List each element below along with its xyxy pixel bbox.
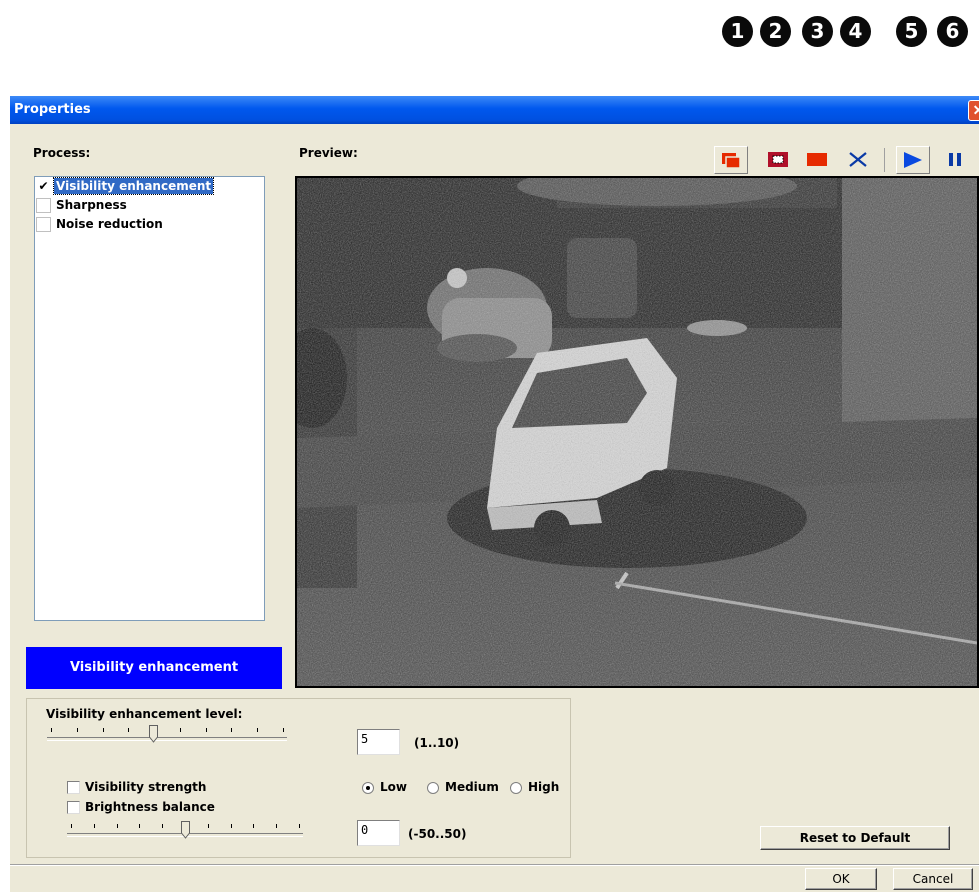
properties-dialog: Properties ✕ Process: ✔ Visibility enhan… (10, 96, 979, 892)
list-item-noise-reduction[interactable]: Noise reduction (35, 216, 264, 234)
slider-thumb[interactable] (149, 725, 158, 743)
strength-medium-label: Medium (445, 780, 499, 794)
slider-tick (51, 728, 52, 732)
slider-tick (299, 824, 300, 828)
slider-tick (162, 824, 163, 828)
checkbox-sharpness[interactable] (36, 198, 51, 213)
slider-tick (128, 728, 129, 732)
slider-tick (208, 824, 209, 828)
reset-to-default-button[interactable]: Reset to Default (760, 826, 950, 850)
brightness-range: (-50..50) (408, 827, 467, 841)
slider-tick (71, 824, 72, 828)
close-icon: ✕ (972, 102, 979, 118)
ok-button[interactable]: OK (805, 868, 877, 890)
split-view-button[interactable] (714, 146, 748, 174)
slider-thumb[interactable] (181, 821, 190, 839)
close-view-icon (849, 152, 867, 167)
pause-button[interactable] (939, 146, 973, 174)
preview-image (295, 176, 979, 688)
process-list[interactable]: ✔ Visibility enhancement Sharpness Noise… (34, 176, 265, 621)
brightness-balance-checkbox[interactable] (67, 801, 80, 814)
strength-medium-radio[interactable] (427, 782, 439, 794)
footer-separator (10, 864, 979, 866)
slider-tick (283, 728, 284, 732)
dialog-title: Properties (14, 102, 91, 117)
process-label: Process: (33, 146, 91, 160)
checkbox-visibility-enhancement[interactable]: ✔ (36, 179, 51, 194)
visibility-strength-label: Visibility strength (85, 780, 207, 794)
slider-tick (257, 728, 258, 732)
split-view-icon (722, 153, 741, 169)
slider-tick (253, 824, 254, 828)
slider-tick (231, 728, 232, 732)
selected-process-title: Visibility enhancement (26, 647, 282, 689)
close-view-button[interactable] (842, 146, 876, 174)
level-value-input[interactable]: 5 (357, 729, 400, 755)
brightness-slider[interactable] (67, 819, 303, 843)
callout-5: 5 (896, 16, 927, 47)
slider-tick (94, 824, 95, 828)
slider-tick (77, 728, 78, 732)
toolbar-separator (884, 148, 885, 172)
visibility-strength-checkbox[interactable] (67, 781, 80, 794)
list-item-label: Sharpness (56, 198, 127, 212)
list-item-visibility-enhancement[interactable]: ✔ Visibility enhancement (35, 177, 264, 196)
brightness-value-input[interactable]: 0 (357, 820, 400, 846)
callout-6: 6 (937, 16, 968, 47)
slider-tick (139, 824, 140, 828)
slider-tick (117, 824, 118, 828)
slider-track (47, 737, 287, 741)
callout-4: 4 (840, 16, 871, 47)
pause-icon (949, 153, 961, 166)
strength-low-label: Low (380, 780, 407, 794)
title-bar[interactable]: Properties ✕ (10, 96, 979, 124)
strength-high-radio[interactable] (510, 782, 522, 794)
list-item-label: Visibility enhancement (52, 177, 215, 195)
slider-tick (231, 824, 232, 828)
slider-tick (103, 728, 104, 732)
level-range: (1..10) (414, 736, 460, 750)
slider-tick (206, 728, 207, 732)
level-slider[interactable] (47, 723, 287, 747)
selection-view-icon (768, 152, 788, 167)
strength-high-label: High (528, 780, 560, 794)
close-button[interactable]: ✕ (968, 100, 979, 121)
list-item-label: Noise reduction (56, 217, 163, 231)
cancel-button[interactable]: Cancel (893, 868, 973, 890)
checkbox-noise-reduction[interactable] (36, 217, 51, 232)
brightness-balance-label: Brightness balance (85, 800, 215, 814)
callout-2: 2 (760, 16, 791, 47)
list-item-sharpness[interactable]: Sharpness (35, 197, 264, 215)
play-icon (904, 152, 922, 168)
slider-tick (180, 728, 181, 732)
slider-tick (276, 824, 277, 828)
full-view-button[interactable] (801, 146, 835, 174)
selection-view-button[interactable] (762, 146, 796, 174)
level-label: Visibility enhancement level: (46, 707, 243, 721)
callout-1: 1 (722, 16, 753, 47)
settings-group: Visibility enhancement level: 5 (1..10) … (26, 698, 571, 858)
preview-scene (297, 178, 977, 686)
callout-3: 3 (802, 16, 833, 47)
full-view-icon (807, 153, 827, 166)
play-button[interactable] (896, 146, 930, 174)
strength-low-radio[interactable] (362, 782, 374, 794)
preview-label: Preview: (299, 146, 358, 160)
